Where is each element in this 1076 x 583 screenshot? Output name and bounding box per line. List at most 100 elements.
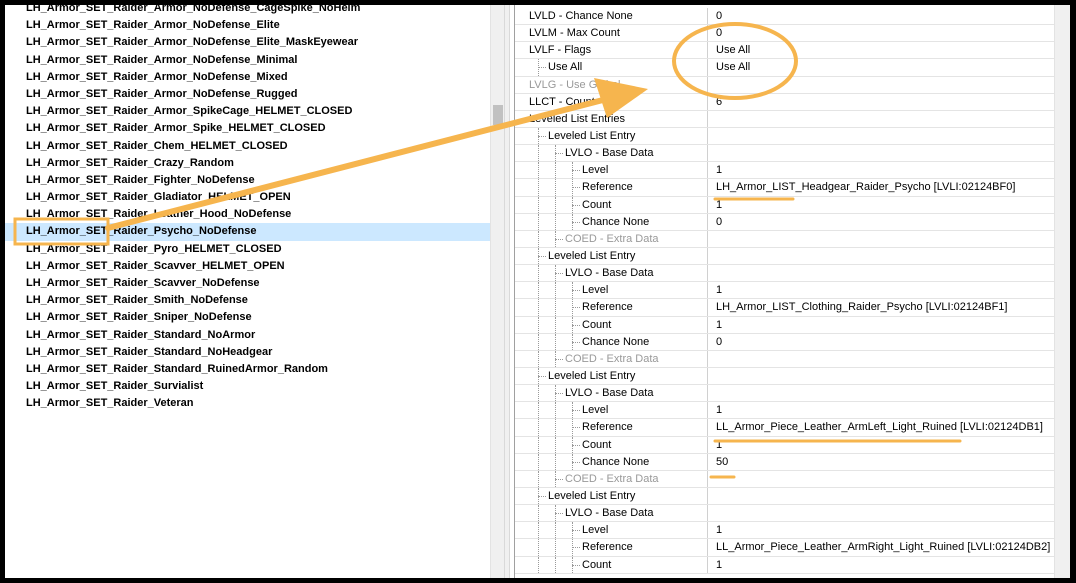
property-row[interactable]: Chance None 50 [515,453,1055,471]
property-value[interactable] [716,111,1055,127]
property-value[interactable]: 6 [716,94,1055,110]
property-value[interactable]: 0 [716,25,1055,41]
property-row[interactable]: Leveled List Entry [515,367,1055,386]
record-list-item[interactable]: LH_Armor_SET_Raider_Armor_SpikeCage_HELM… [5,103,490,120]
property-row[interactable]: Level 1 [515,402,1055,420]
properties-scrollbar[interactable] [1054,5,1070,578]
record-list-item[interactable]: LH_Armor_SET_Raider_Smith_NoDefense [5,292,490,309]
tree-guide-line [538,316,539,333]
property-row[interactable]: LVLO - Base Data [515,385,1055,403]
property-row[interactable]: Leveled List Entry [515,247,1055,266]
tree-branch-line [572,187,580,189]
property-value[interactable]: 0 [716,334,1055,350]
property-value[interactable] [716,351,1055,367]
property-row[interactable]: LVLO - Base Data [515,505,1055,523]
tree-guide-line [538,436,539,453]
property-value[interactable] [716,248,1055,264]
property-row[interactable]: Reference LL_Armor_Piece_Leather_ArmRight… [515,539,1055,557]
property-row[interactable]: LVLO - Base Data [515,145,1055,163]
record-list-item[interactable]: LH_Armor_SET_Raider_Pyro_HELMET_CLOSED [5,241,490,258]
property-row[interactable]: LVLG - Use Global [515,76,1055,94]
property-value[interactable]: 1 [716,162,1055,178]
property-row[interactable]: Chance None 0 [515,333,1055,351]
property-value[interactable] [716,488,1055,504]
record-list-item[interactable]: LH_Armor_SET_Raider_Standard_NoArmor [5,327,490,344]
property-value[interactable]: 1 [716,282,1055,298]
record-list-item[interactable]: LH_Armor_SET_Raider_Sniper_NoDefense [5,309,490,326]
editor-window: LH_Armor_SET_Raider_Armor_NoDefense_Cage… [5,5,1070,578]
record-list-item[interactable]: LH_Armor_SET_Raider_Veteran [5,395,490,412]
property-value[interactable]: Use All [716,59,1055,75]
property-row[interactable]: Leveled List Entries [515,110,1055,128]
record-list-item[interactable]: LH_Armor_SET_Raider_Psycho_NoDefense [5,223,490,241]
property-row[interactable]: COED - Extra Data [515,350,1055,368]
property-value[interactable]: 1 [716,437,1055,453]
property-value[interactable] [716,368,1055,384]
property-row[interactable]: Level 1 [515,162,1055,180]
property-value[interactable]: 0 [716,8,1055,24]
record-list-item[interactable]: LH_Armor_SET_Raider_Armor_NoDefense_Elit… [5,34,490,51]
record-list-item[interactable]: LH_Armor_SET_Raider_Armor_NoDefense_Elit… [5,17,490,34]
property-row[interactable]: Leveled List Entry [515,487,1055,506]
property-value[interactable]: 1 [716,402,1055,418]
property-row[interactable]: Level 1 [515,282,1055,300]
property-row[interactable]: Use All Use All [515,59,1055,77]
property-value[interactable]: LH_Armor_LIST_Clothing_Raider_Psycho [LV… [716,299,1055,315]
property-row[interactable]: Count 1 [515,316,1055,334]
property-row[interactable]: Count 1 [515,196,1055,214]
property-row[interactable]: Leveled List Entry [515,127,1055,146]
scrollbar-thumb[interactable] [493,105,503,125]
property-value[interactable]: LH_Armor_LIST_Headgear_Raider_Psycho [LV… [716,179,1055,195]
property-row[interactable]: LVLM - Max Count 0 [515,25,1055,43]
property-value[interactable]: 1 [716,317,1055,333]
property-value[interactable]: LL_Armor_Piece_Leather_ArmLeft_Light_Rui… [716,419,1055,435]
record-list-item[interactable]: LH_Armor_SET_Raider_Standard_RuinedArmor… [5,361,490,378]
property-value[interactable]: 1 [716,557,1055,573]
property-row[interactable]: Reference LL_Armor_Piece_Leather_ArmLeft_… [515,419,1055,437]
property-value[interactable] [716,128,1055,144]
property-row[interactable]: Level 1 [515,522,1055,540]
tree-guide-line [538,162,539,179]
property-row[interactable]: Count 1 [515,436,1055,454]
property-value[interactable]: 1 [716,197,1055,213]
property-row[interactable]: COED - Extra Data [515,230,1055,248]
property-value[interactable]: 0 [716,214,1055,230]
record-list-item[interactable]: LH_Armor_SET_Raider_Armor_NoDefense_Rugg… [5,86,490,103]
property-row[interactable]: Chance None 0 [515,213,1055,231]
property-value[interactable] [716,505,1055,521]
record-list-item[interactable]: LH_Armor_SET_Raider_Chem_HELMET_CLOSED [5,138,490,155]
record-list-item[interactable]: LH_Armor_SET_Raider_Scavver_HELMET_OPEN [5,258,490,275]
property-value[interactable]: LL_Armor_Piece_Leather_ArmRight_Light_Ru… [716,539,1055,555]
record-list-item[interactable]: LH_Armor_SET_Raider_Survialist [5,378,490,395]
record-list-scrollbar[interactable] [490,5,504,578]
property-row[interactable]: LVLF - Flags Use All [515,42,1055,60]
property-row[interactable]: LVLO - Base Data [515,265,1055,283]
property-value[interactable] [716,231,1055,247]
record-list-item[interactable]: LH_Armor_SET_Raider_Armor_NoDefense_Mixe… [5,69,490,86]
property-value[interactable] [716,265,1055,281]
record-list-item[interactable]: LH_Armor_SET_Raider_Gladiator_HELMET_OPE… [5,189,490,206]
record-list-item[interactable]: LH_Armor_SET_Raider_Armor_NoDefense_Mini… [5,52,490,69]
tree-guide-line [538,196,539,213]
property-row[interactable]: COED - Extra Data [515,470,1055,488]
property-row[interactable]: Count 1 [515,556,1055,574]
record-list-item[interactable]: LH_Armor_SET_Raider_Standard_NoHeadgear [5,344,490,361]
property-row[interactable]: Reference LH_Armor_LIST_Headgear_Raider_P… [515,179,1055,197]
property-value[interactable] [716,77,1055,93]
property-row[interactable]: Reference LH_Armor_LIST_Clothing_Raider_P… [515,299,1055,317]
record-list-item[interactable]: LH_Armor_SET_Raider_Fighter_NoDefense [5,172,490,189]
record-list-item[interactable]: LH_Armor_SET_Raider_Armor_Spike_HELMET_C… [5,120,490,137]
record-list-item[interactable]: LH_Armor_SET_Raider_Leather_Hood_NoDefen… [5,206,490,223]
record-list-item[interactable]: LH_Armor_SET_Raider_Crazy_Random [5,155,490,172]
property-value[interactable]: Use All [716,42,1055,58]
property-value[interactable] [716,145,1055,161]
property-name: Count [582,556,614,573]
property-row[interactable]: LVLD - Chance None 0 [515,8,1055,26]
property-row[interactable]: LLCT - Count 6 [515,93,1055,111]
property-value[interactable] [716,471,1055,487]
record-list-item[interactable]: LH_Armor_SET_Raider_Armor_NoDefense_Cage… [5,5,490,17]
property-value[interactable] [716,385,1055,401]
property-value[interactable]: 50 [716,454,1055,470]
property-value[interactable]: 1 [716,522,1055,538]
record-list-item[interactable]: LH_Armor_SET_Raider_Scavver_NoDefense [5,275,490,292]
